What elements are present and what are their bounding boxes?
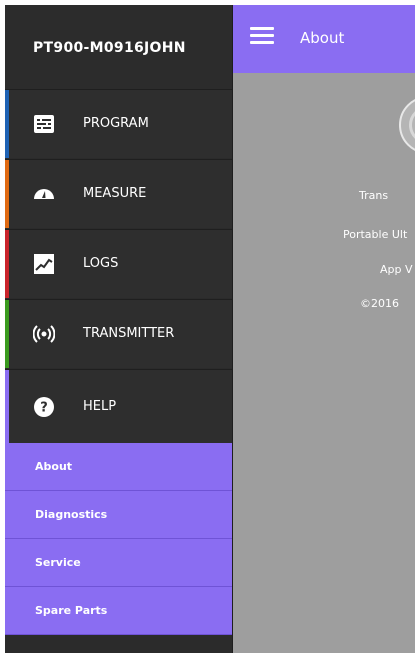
broadcast-icon	[33, 325, 55, 343]
company-logo-icon	[399, 96, 415, 154]
about-app-version-text: App V	[380, 263, 413, 276]
app-window: About Trans Portable Ult App V ©2016 PT9…	[5, 5, 415, 653]
submenu-item-diagnostics[interactable]: Diagnostics	[5, 491, 232, 539]
submenu-item-service[interactable]: Service	[5, 539, 232, 587]
nav-accent-bar	[5, 90, 9, 158]
about-product-text: Portable Ult	[343, 228, 408, 241]
navigation-drawer: PT900-M0916JOHN PROGRAM MEASURE LOGS TRA…	[5, 5, 233, 653]
nav-accent-bar	[5, 160, 9, 228]
menu-icon[interactable]	[250, 27, 274, 45]
submenu-label: Diagnostics	[35, 508, 108, 521]
appbar-title: About	[300, 29, 345, 47]
nav-item-logs[interactable]: LOGS	[5, 229, 232, 298]
app-bar: About	[232, 5, 415, 73]
nav-accent-bar	[5, 370, 9, 443]
about-copyright-text: ©2016	[360, 297, 399, 310]
about-screen: About Trans Portable Ult App V ©2016	[232, 5, 415, 653]
svg-text:?: ?	[40, 401, 48, 416]
nav-accent-bar	[5, 300, 9, 368]
submenu-label: About	[35, 460, 73, 473]
about-title-text: Trans	[359, 189, 389, 202]
program-list-icon	[34, 115, 54, 133]
chart-line-icon	[34, 254, 54, 274]
nav-label-logs: LOGS	[83, 256, 119, 271]
nav-label-transmitter: TRANSMITTER	[83, 326, 175, 341]
question-circle-icon: ?	[34, 397, 54, 417]
nav-label-measure: MEASURE	[83, 186, 147, 201]
drawer-header: PT900-M0916JOHN	[5, 5, 232, 89]
device-name: PT900-M0916JOHN	[33, 40, 186, 56]
gauge-icon	[34, 189, 54, 199]
nav-label-program: PROGRAM	[83, 116, 149, 131]
submenu-item-spare-parts[interactable]: Spare Parts	[5, 587, 232, 635]
submenu-label: Service	[35, 556, 81, 569]
nav-item-transmitter[interactable]: TRANSMITTER	[5, 299, 232, 368]
nav-label-help: HELP	[83, 399, 117, 414]
nav-item-measure[interactable]: MEASURE	[5, 159, 232, 228]
nav-item-help[interactable]: ? HELP	[5, 369, 232, 443]
nav-accent-bar	[5, 230, 9, 298]
help-submenu: About Diagnostics Service Spare Parts	[5, 443, 232, 635]
submenu-label: Spare Parts	[35, 604, 108, 617]
submenu-item-about[interactable]: About	[5, 443, 232, 491]
nav-item-program[interactable]: PROGRAM	[5, 89, 232, 158]
